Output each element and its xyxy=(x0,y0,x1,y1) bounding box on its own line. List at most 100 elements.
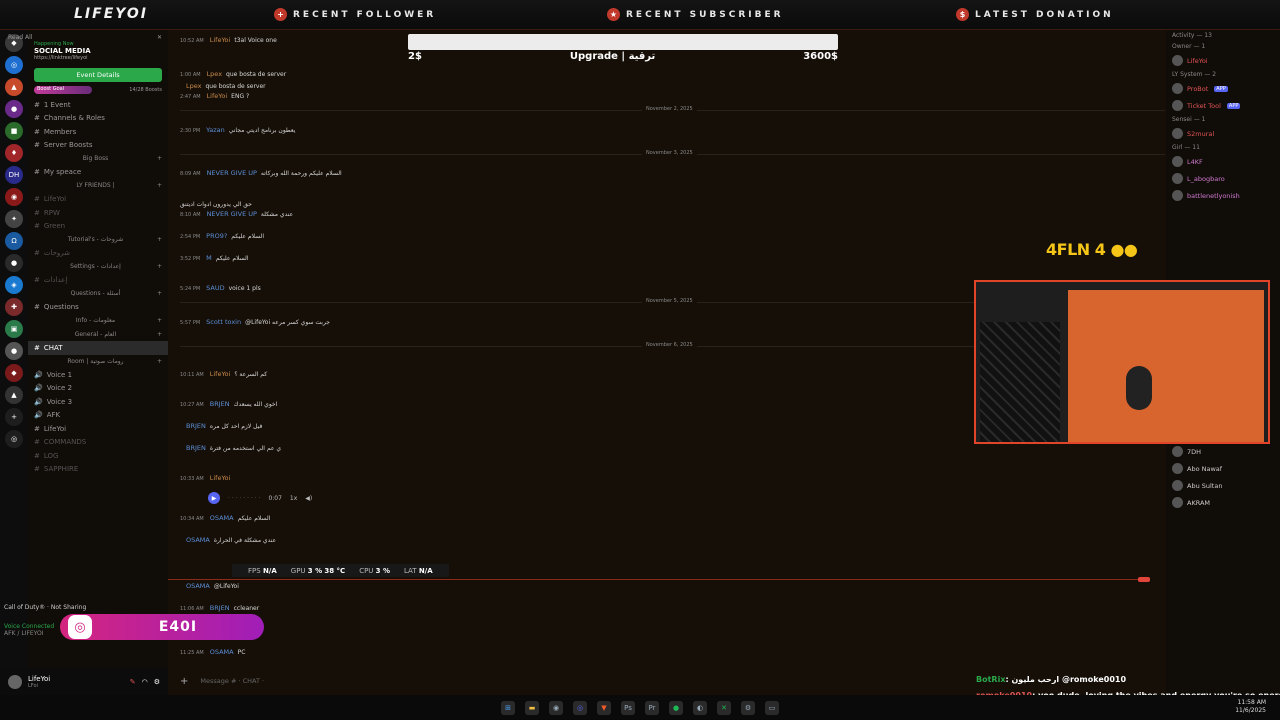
windows-icon[interactable]: ⊞ xyxy=(501,700,515,715)
message-author[interactable]: Yazan xyxy=(206,126,225,134)
server-icon[interactable]: ♦ xyxy=(5,144,23,162)
server-link[interactable]: https://linktree/lifeyoi xyxy=(34,55,162,61)
message-author[interactable]: SAUD xyxy=(206,284,224,292)
server-icon[interactable]: ● xyxy=(5,342,23,360)
server-icon[interactable]: ✦ xyxy=(5,210,23,228)
avatar[interactable] xyxy=(8,674,22,689)
volume-icon[interactable]: ◀) xyxy=(305,495,312,502)
channel-item[interactable]: # CHAT xyxy=(28,341,168,355)
message-author[interactable]: PRO9? xyxy=(206,232,227,240)
message-author[interactable]: LifeYoi xyxy=(210,474,231,482)
channel-category[interactable]: Tutorial's - شروحات + xyxy=(28,233,168,247)
browser-icon[interactable]: ◉ xyxy=(549,700,563,715)
premiere-icon[interactable]: Pr xyxy=(645,700,659,715)
channel-category[interactable]: Room | رومات صوتية + xyxy=(28,355,168,369)
channel-item[interactable]: 🔊 Voice 2 xyxy=(28,382,168,396)
server-icon[interactable]: ● xyxy=(5,100,23,118)
server-icon[interactable]: ◉ xyxy=(5,188,23,206)
channel-item[interactable]: 🔊 Voice 3 xyxy=(28,395,168,409)
message-author[interactable]: BRJEN xyxy=(210,604,230,612)
server-icon[interactable]: ◎ xyxy=(5,56,23,74)
mic-icon[interactable]: ✎ xyxy=(130,678,136,686)
obs-icon[interactable]: ◐ xyxy=(693,700,707,715)
explore-icon[interactable]: ◎ xyxy=(5,430,23,448)
server-icon[interactable]: ▣ xyxy=(5,320,23,338)
channel-category[interactable]: Big Boss + xyxy=(28,152,168,166)
member-item[interactable]: L_abogbaro xyxy=(1166,170,1280,187)
channel-item[interactable]: # إعدادات xyxy=(28,274,168,288)
channel-item[interactable]: 🔊 Voice 1 xyxy=(28,368,168,382)
channel-item[interactable]: # Channels & Roles xyxy=(28,112,168,126)
channel-item[interactable]: # COMMANDS xyxy=(28,436,168,450)
photoshop-icon[interactable]: Ps xyxy=(621,700,635,715)
server-icon[interactable]: DH xyxy=(5,166,23,184)
channel-item[interactable]: # LifeYoi xyxy=(28,193,168,207)
member-item[interactable]: battlenetlyonish xyxy=(1166,187,1280,204)
server-icon[interactable]: ▲ xyxy=(5,78,23,96)
terminal-icon[interactable]: ▭ xyxy=(765,700,779,715)
member-item[interactable]: AKRAM xyxy=(1166,494,1280,511)
message-author[interactable]: BRJEN xyxy=(186,422,206,430)
server-icon[interactable]: ■ xyxy=(5,122,23,140)
event-details-button[interactable]: Event Details xyxy=(34,68,162,82)
add-channel-icon[interactable]: + xyxy=(157,358,162,365)
member-item[interactable]: L4KF xyxy=(1166,153,1280,170)
server-icon[interactable]: ▲ xyxy=(5,386,23,404)
server-icon[interactable]: + xyxy=(5,408,23,426)
message-author[interactable]: Lpex xyxy=(207,70,222,78)
message-author[interactable]: M xyxy=(206,254,212,262)
add-channel-icon[interactable]: + xyxy=(157,155,162,162)
message-author[interactable]: BRJEN xyxy=(210,400,230,408)
read-all-button[interactable]: Read All xyxy=(8,34,32,41)
message-author[interactable]: OSAMA xyxy=(210,514,234,522)
message-author[interactable]: OSAMA xyxy=(186,536,210,544)
channel-item[interactable]: # Members xyxy=(28,125,168,139)
server-icon[interactable]: ✚ xyxy=(5,298,23,316)
spotify-icon[interactable]: ● xyxy=(669,700,683,715)
message-author[interactable]: Lpex xyxy=(186,82,201,90)
member-item[interactable]: Ticket Tool APP xyxy=(1166,97,1280,114)
add-channel-icon[interactable]: + xyxy=(157,182,162,189)
add-channel-icon[interactable]: + xyxy=(157,317,162,324)
discord-icon[interactable]: ◎ xyxy=(573,700,587,715)
channel-item[interactable]: # Questions xyxy=(28,301,168,315)
add-channel-icon[interactable]: + xyxy=(157,331,162,338)
message-author[interactable]: NEVER GIVE UP xyxy=(207,210,257,218)
message-author[interactable]: LifeYoi xyxy=(210,370,231,378)
channel-item[interactable]: # SAPPHIRE xyxy=(28,463,168,477)
channel-item[interactable]: 🔊 AFK xyxy=(28,409,168,423)
channel-item[interactable]: # LOG xyxy=(28,449,168,463)
channel-category[interactable]: General - العام + xyxy=(28,328,168,342)
member-item[interactable]: Abo Nawaf xyxy=(1166,460,1280,477)
play-icon[interactable]: ▶ xyxy=(208,492,220,504)
member-item[interactable]: ProBot APP xyxy=(1166,80,1280,97)
add-channel-icon[interactable]: + xyxy=(157,290,162,297)
server-icon[interactable]: Ω xyxy=(5,232,23,250)
channel-item[interactable]: # RPW xyxy=(28,206,168,220)
headset-icon[interactable]: ◠ xyxy=(142,678,148,686)
message-author[interactable]: OSAMA xyxy=(210,648,234,656)
member-item[interactable]: LifeYoi xyxy=(1166,52,1280,69)
member-item[interactable]: Abu Sultan xyxy=(1166,477,1280,494)
message-author[interactable]: Scott toxin xyxy=(206,318,241,326)
channel-item[interactable]: # Server Boosts xyxy=(28,139,168,153)
server-icon[interactable]: ◈ xyxy=(5,276,23,294)
server-icon[interactable]: ● xyxy=(5,254,23,272)
xbox-icon[interactable]: ✕ xyxy=(717,700,731,715)
message-author[interactable]: LifeYoi xyxy=(207,92,228,100)
channel-category[interactable]: LY FRIENDS | + xyxy=(28,179,168,193)
member-item[interactable]: 7DH xyxy=(1166,443,1280,460)
folder-icon[interactable]: ▬ xyxy=(525,700,539,715)
settings-icon[interactable]: ⚙ xyxy=(741,700,755,715)
member-item[interactable]: S2mural xyxy=(1166,125,1280,142)
message-author[interactable]: NEVER GIVE UP xyxy=(207,169,257,177)
channel-category[interactable]: Info - معلومات + xyxy=(28,314,168,328)
channel-item[interactable]: # My speace xyxy=(28,166,168,180)
gear-icon[interactable]: ⚙ xyxy=(154,678,160,686)
channel-item[interactable]: # 1 Event xyxy=(28,98,168,112)
message-author[interactable]: BRJEN xyxy=(186,444,206,452)
server-icon[interactable]: ◆ xyxy=(5,364,23,382)
channel-category[interactable]: Settings - إعدادات + xyxy=(28,260,168,274)
brave-icon[interactable]: ▼ xyxy=(597,700,611,715)
channel-category[interactable]: Questions - أسئلة + xyxy=(28,287,168,301)
